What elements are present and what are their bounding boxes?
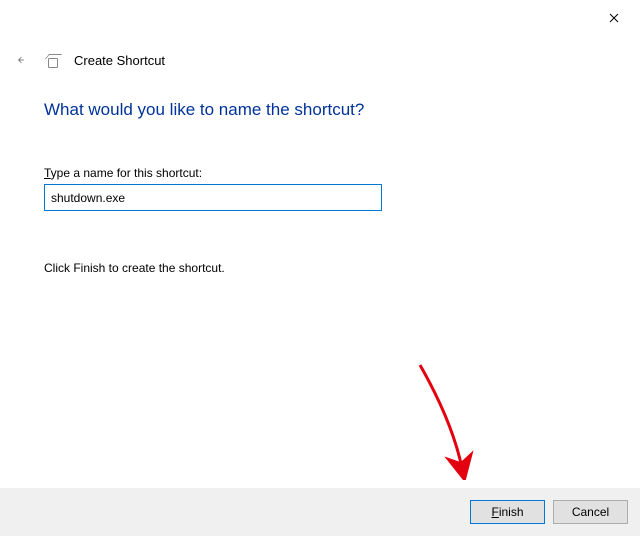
- back-button[interactable]: [10, 50, 30, 70]
- wizard-header: Create Shortcut: [10, 50, 165, 70]
- arrow-left-icon: [16, 52, 24, 68]
- instruction-text: Click Finish to create the shortcut.: [44, 261, 596, 275]
- page-heading: What would you like to name the shortcut…: [44, 100, 596, 120]
- finish-button[interactable]: Finish: [470, 500, 545, 524]
- annotation-arrow: [400, 360, 480, 480]
- shortcut-wizard-icon: [46, 54, 58, 66]
- wizard-footer: Finish Cancel: [0, 488, 640, 536]
- close-button[interactable]: [602, 6, 626, 30]
- wizard-content: What would you like to name the shortcut…: [44, 100, 596, 275]
- shortcut-name-input[interactable]: [44, 184, 382, 211]
- name-field-label: Type a name for this shortcut:: [44, 166, 596, 180]
- cancel-button[interactable]: Cancel: [553, 500, 628, 524]
- close-icon: [609, 10, 619, 26]
- wizard-title: Create Shortcut: [74, 53, 165, 68]
